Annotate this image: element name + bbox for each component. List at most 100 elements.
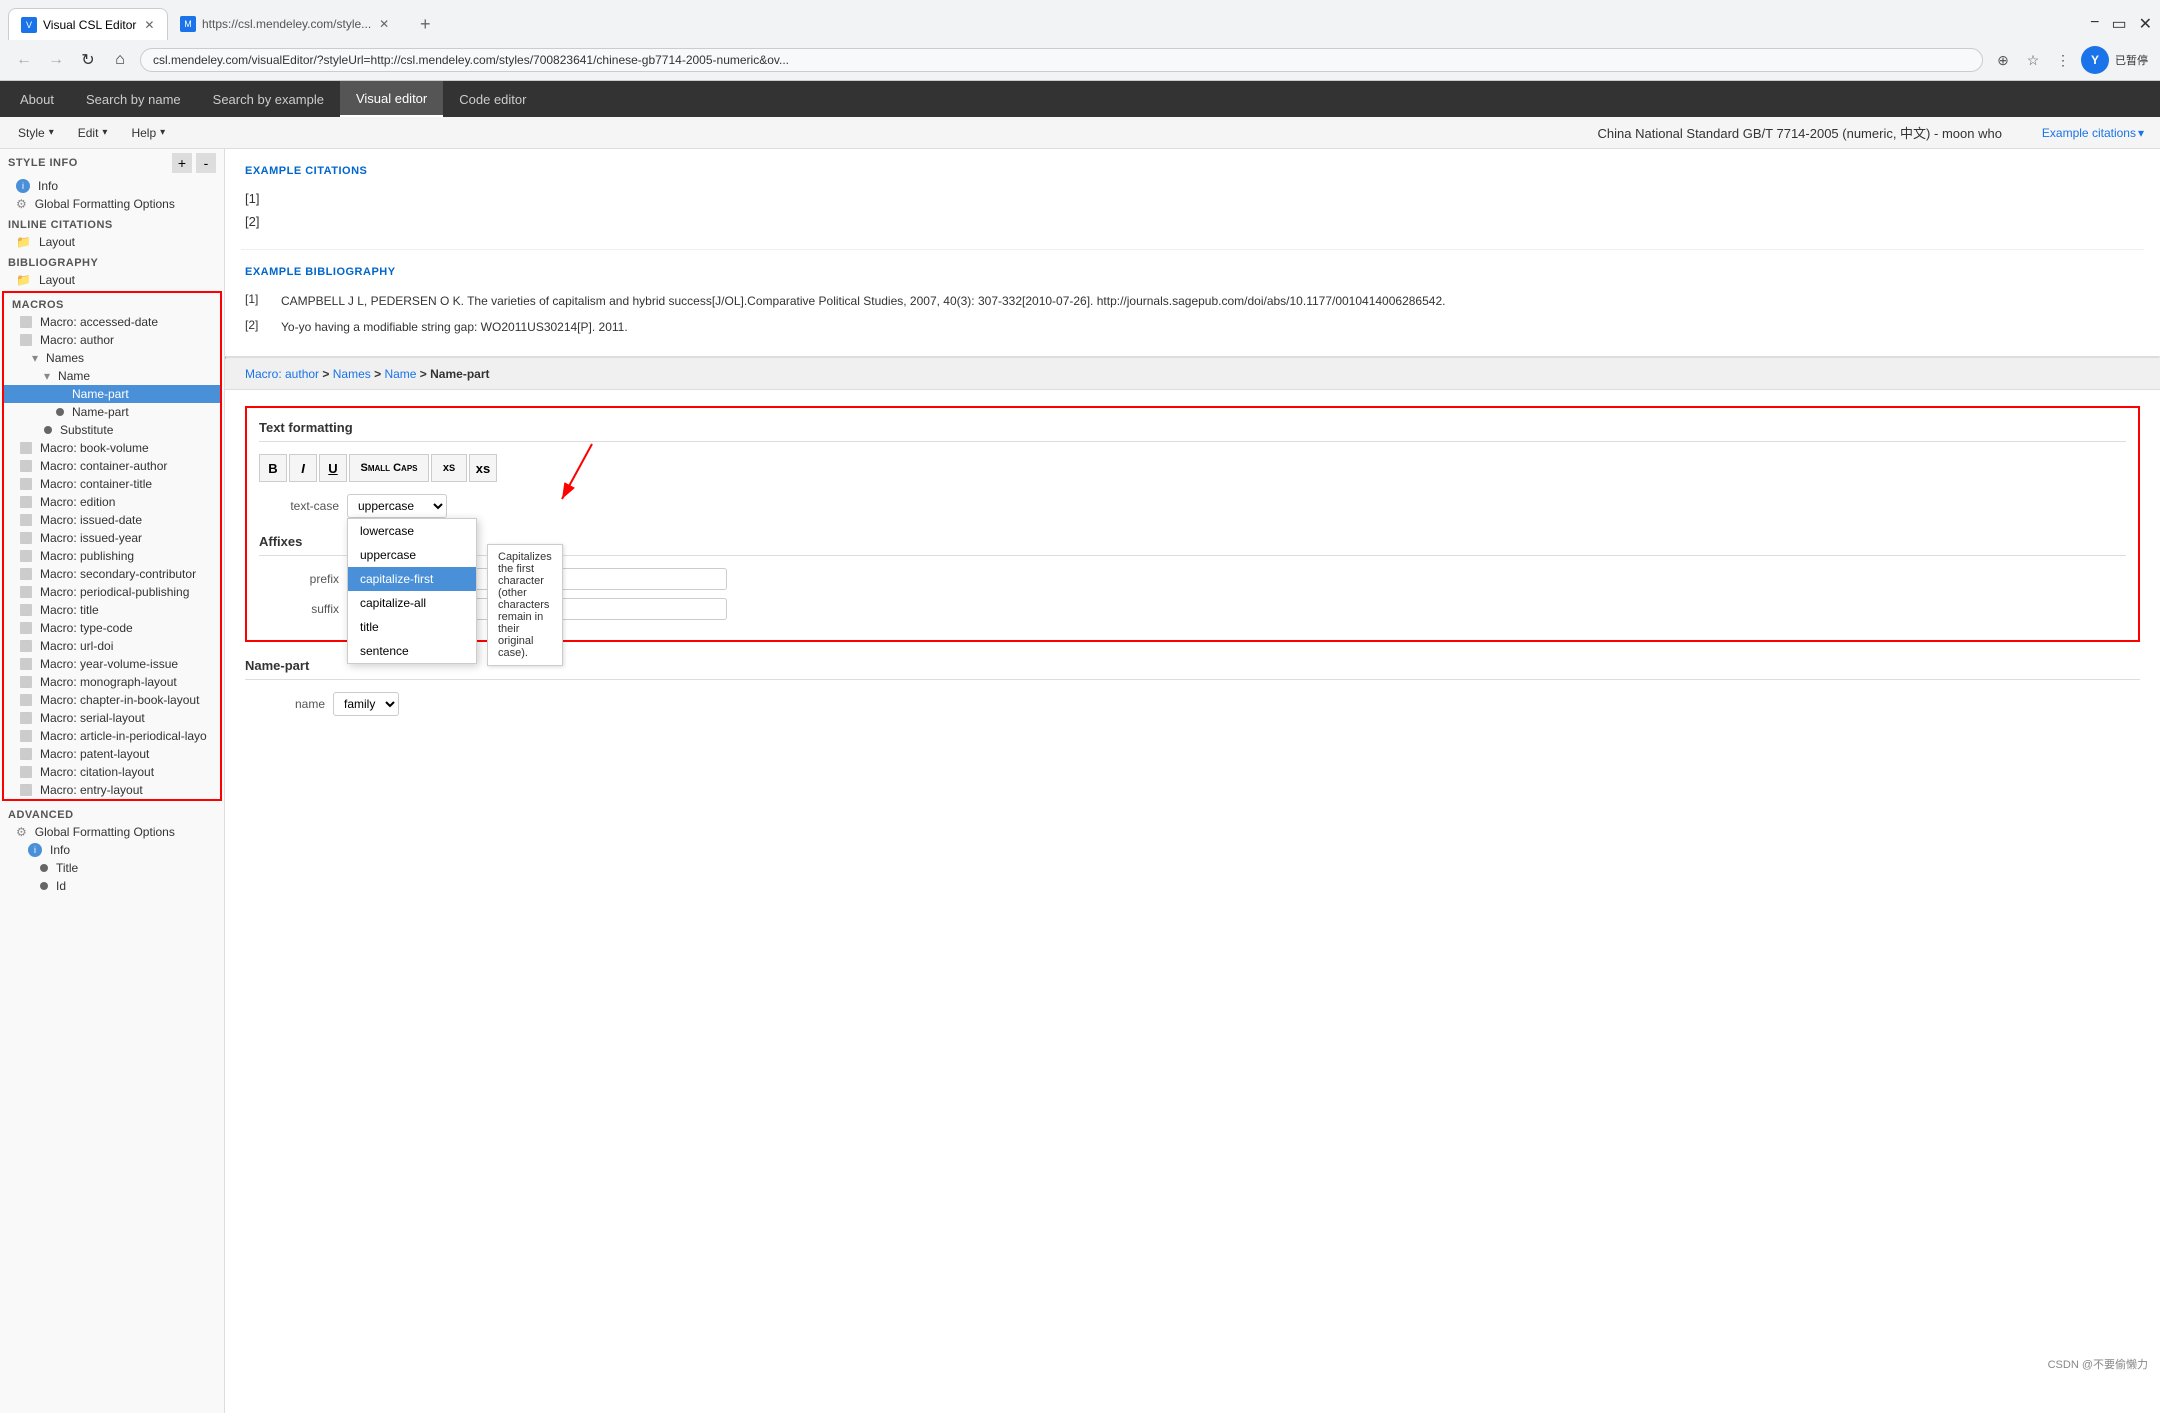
sidebar-container-title-label: Macro: container-title — [40, 477, 152, 491]
sidebar-item-bib-layout[interactable]: 📁 Layout — [0, 271, 224, 289]
sidebar-item-container-author[interactable]: Macro: container-author — [4, 457, 220, 475]
tab-about[interactable]: About — [4, 81, 70, 117]
edit-dropdown-arrow: ▾ — [102, 127, 107, 138]
extensions-btn[interactable]: ⊕ — [1991, 48, 2015, 72]
refresh-btn[interactable]: ↻ — [76, 50, 100, 70]
sidebar-patent-layout-label: Macro: patent-layout — [40, 747, 149, 761]
sidebar-item-edition[interactable]: Macro: edition — [4, 493, 220, 511]
tab-mendeley[interactable]: M https://csl.mendeley.com/style... ✕ — [168, 8, 408, 40]
sidebar-item-serial-layout[interactable]: Macro: serial-layout — [4, 709, 220, 727]
example-citations-section: EXAMPLE CITATIONS [1] [2] — [225, 149, 2160, 249]
bookmark-btn[interactable]: ☆ — [2021, 48, 2045, 72]
sidebar-item-inline-layout[interactable]: 📁 Layout — [0, 233, 224, 251]
sidebar-item-chapter-in-book-layout[interactable]: Macro: chapter-in-book-layout — [4, 691, 220, 709]
address-input[interactable] — [140, 48, 1983, 72]
example-citations-btn[interactable]: Example citations ▾ — [2042, 126, 2144, 140]
sidebar-item-monograph-layout[interactable]: Macro: monograph-layout — [4, 673, 220, 691]
sidebar-item-title[interactable]: Macro: title — [4, 601, 220, 619]
option-capitalize-first[interactable]: capitalize-first — [348, 567, 476, 591]
text-case-select[interactable]: uppercase — [347, 494, 447, 518]
sidebar-item-advanced-id[interactable]: Id — [0, 877, 224, 895]
tab-close[interactable]: ✕ — [144, 18, 154, 32]
sidebar-item-substitute[interactable]: Substitute — [4, 421, 220, 439]
macro-icon-ml — [20, 676, 32, 688]
forward-btn[interactable]: → — [44, 51, 68, 69]
sidebar-item-year-volume-issue[interactable]: Macro: year-volume-issue — [4, 655, 220, 673]
sidebar-item-patent-layout[interactable]: Macro: patent-layout — [4, 745, 220, 763]
sidebar-controls: + - — [172, 153, 216, 173]
citation-2: [2] — [245, 210, 2140, 233]
tab-visual-editor[interactable]: Visual editor — [340, 81, 443, 117]
sidebar-item-accessed-date[interactable]: Macro: accessed-date — [4, 313, 220, 331]
breadcrumb-macro[interactable]: Macro: author — [245, 367, 319, 381]
sidebar-chapter-in-book-layout-label: Macro: chapter-in-book-layout — [40, 693, 199, 707]
italic-btn[interactable]: I — [289, 454, 317, 482]
sidebar-global-label: Global Formatting Options — [35, 197, 175, 211]
maximize-btn[interactable]: ▭ — [2111, 14, 2126, 34]
small-caps-btn[interactable]: Small Caps — [349, 454, 429, 482]
option-sentence[interactable]: sentence — [348, 639, 476, 663]
sidebar-item-global-formatting[interactable]: ⚙ Global Formatting Options — [0, 195, 224, 213]
text-case-label: text-case — [259, 499, 339, 513]
sidebar-item-name-part-selected[interactable]: Name-part — [4, 385, 220, 403]
header-title-area: China National Standard GB/T 7714-2005 (… — [1590, 123, 2152, 142]
tab-search-example[interactable]: Search by example — [197, 81, 340, 117]
sidebar-item-name[interactable]: ▾ Name — [4, 367, 220, 385]
macro-icon-pub — [20, 550, 32, 562]
menu-btn[interactable]: ⋮ — [2051, 48, 2075, 72]
sidebar-item-book-volume[interactable]: Macro: book-volume — [4, 439, 220, 457]
sidebar-item-info[interactable]: i Info — [0, 177, 224, 195]
sidebar-item-names[interactable]: ▾ Names — [4, 349, 220, 367]
breadcrumb-names[interactable]: Names — [333, 367, 371, 381]
sidebar-item-container-title[interactable]: Macro: container-title — [4, 475, 220, 493]
subscript-btn[interactable]: xs — [469, 454, 497, 482]
sidebar-item-url-doi[interactable]: Macro: url-doi — [4, 637, 220, 655]
minimize-btn[interactable]: − — [2090, 14, 2099, 34]
home-btn[interactable]: ⌂ — [108, 51, 132, 69]
macro-icon-url — [20, 640, 32, 652]
tab-search-name[interactable]: Search by name — [70, 81, 197, 117]
sidebar-item-author[interactable]: Macro: author — [4, 331, 220, 349]
sidebar-secondary-contributor-label: Macro: secondary-contributor — [40, 567, 196, 581]
sidebar-item-citation-layout[interactable]: Macro: citation-layout — [4, 763, 220, 781]
sidebar-item-issued-date[interactable]: Macro: issued-date — [4, 511, 220, 529]
sidebar-item-periodical-publishing[interactable]: Macro: periodical-publishing — [4, 583, 220, 601]
sidebar-item-type-code[interactable]: Macro: type-code — [4, 619, 220, 637]
add-btn[interactable]: + — [172, 153, 192, 173]
new-tab-btn[interactable]: + — [408, 14, 443, 35]
name-select[interactable]: family given — [333, 692, 399, 716]
tab-visual-csl[interactable]: V Visual CSL Editor ✕ — [8, 8, 168, 40]
dot-blue-icon — [56, 390, 64, 398]
sidebar-item-advanced-title[interactable]: Title — [0, 859, 224, 877]
option-capitalize-all[interactable]: capitalize-all — [348, 591, 476, 615]
sidebar-item-article-periodical[interactable]: Macro: article-in-periodical-layo — [4, 727, 220, 745]
sidebar-item-name-part-2[interactable]: Name-part — [4, 403, 220, 421]
bold-btn[interactable]: B — [259, 454, 287, 482]
underline-btn[interactable]: U — [319, 454, 347, 482]
sidebar-publishing-label: Macro: publishing — [40, 549, 134, 563]
style-menu-btn[interactable]: Style ▾ — [8, 124, 64, 142]
edit-menu-btn[interactable]: Edit ▾ — [68, 124, 118, 142]
tab-close-2[interactable]: ✕ — [379, 17, 389, 31]
sidebar-item-issued-year[interactable]: Macro: issued-year — [4, 529, 220, 547]
option-title[interactable]: title — [348, 615, 476, 639]
breadcrumb-name[interactable]: Name — [384, 367, 416, 381]
option-uppercase-item[interactable]: uppercase — [348, 543, 476, 567]
option-lowercase[interactable]: lowercase — [348, 519, 476, 543]
info-icon-advanced: i — [28, 843, 42, 857]
profile-btn[interactable]: Y — [2081, 46, 2109, 74]
back-btn[interactable]: ← — [12, 51, 36, 69]
sidebar-item-advanced-info[interactable]: i Info — [0, 841, 224, 859]
tab-code-editor[interactable]: Code editor — [443, 81, 542, 117]
superscript-btn[interactable]: xS — [431, 454, 467, 482]
browser-actions: ⊕ ☆ ⋮ Y 已暂停 — [1991, 46, 2148, 74]
info-icon: i — [16, 179, 30, 193]
close-btn[interactable]: ✕ — [2139, 14, 2152, 34]
help-menu-btn[interactable]: Help ▾ — [121, 124, 175, 142]
sidebar-item-secondary-contributor[interactable]: Macro: secondary-contributor — [4, 565, 220, 583]
macro-icon-id — [20, 514, 32, 526]
remove-btn[interactable]: - — [196, 153, 216, 173]
sidebar-item-publishing[interactable]: Macro: publishing — [4, 547, 220, 565]
sidebar-item-advanced-global[interactable]: ⚙ Global Formatting Options — [0, 823, 224, 841]
sidebar-item-entry-layout[interactable]: Macro: entry-layout — [4, 781, 220, 799]
